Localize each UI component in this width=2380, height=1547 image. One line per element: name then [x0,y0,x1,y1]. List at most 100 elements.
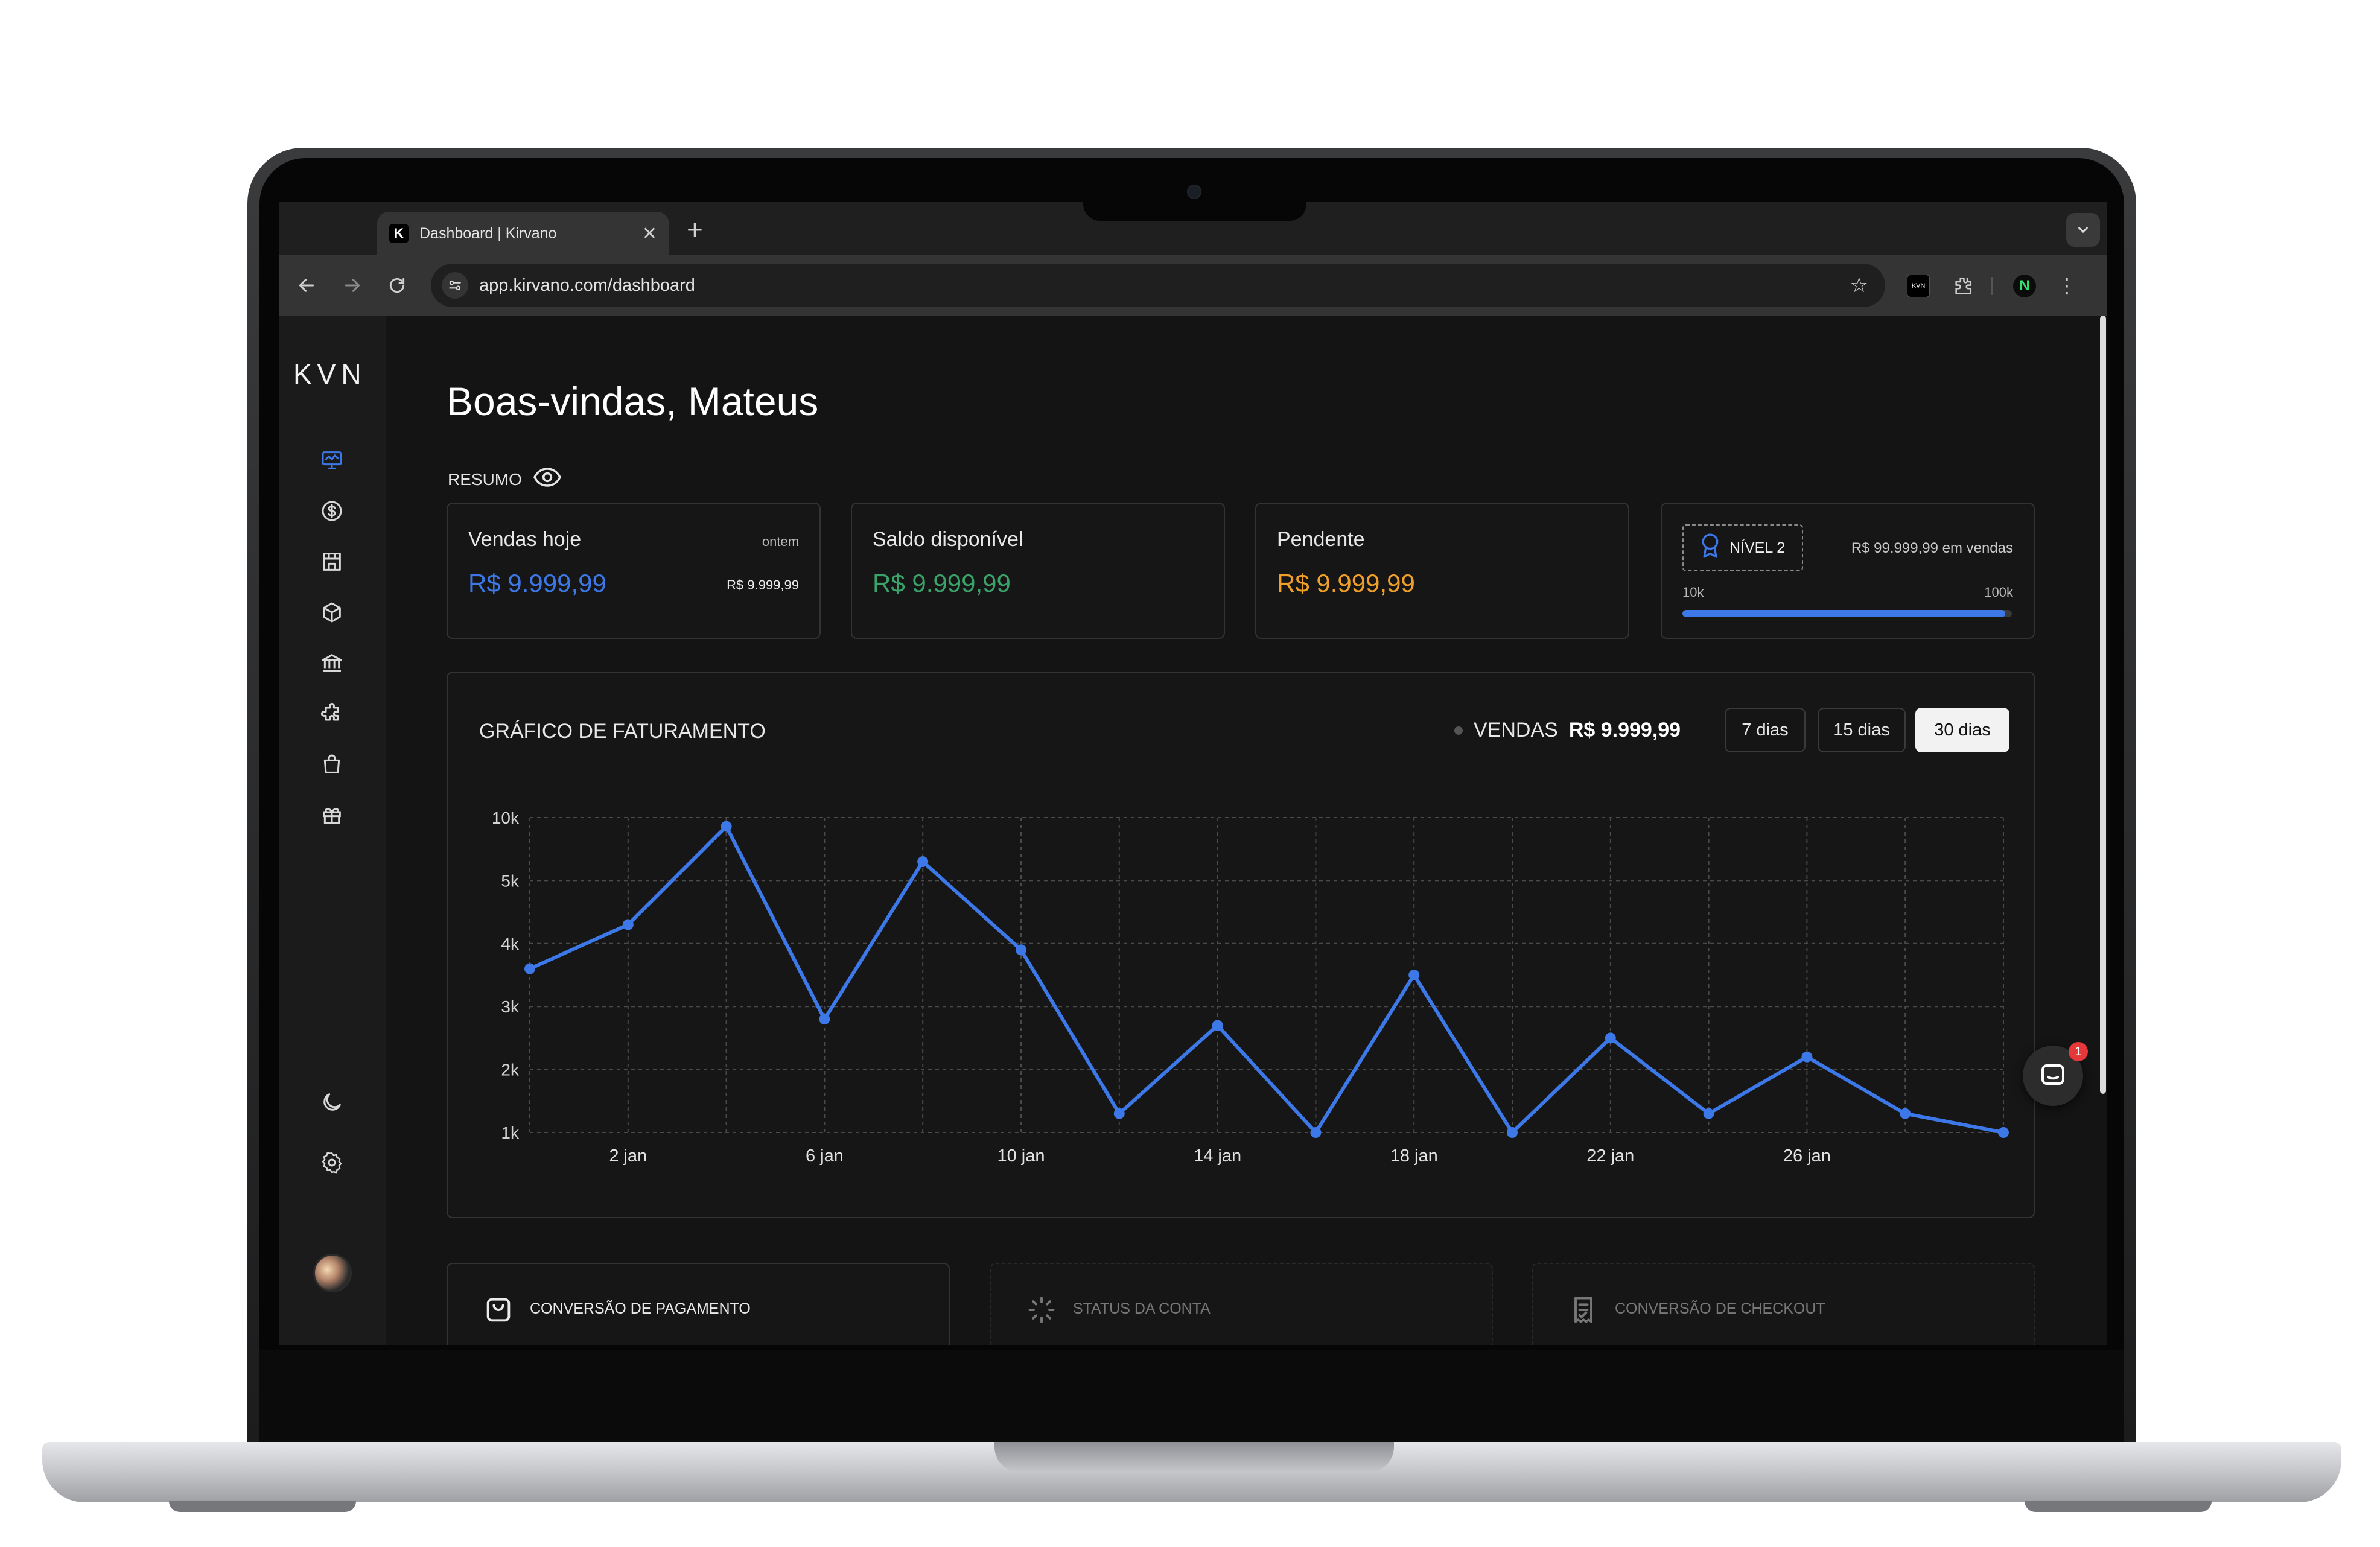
level-progress-bar [1682,610,2012,617]
checkout-conversion-label: CONVERSÃO DE CHECKOUT [1615,1300,1825,1317]
tab-search-chevron-icon[interactable] [2066,213,2100,247]
page-scrollbar[interactable] [2100,316,2106,1094]
y-tick-label: 2k [501,1061,520,1079]
summary-label: RESUMO [448,469,522,489]
gear-icon[interactable] [317,1148,346,1177]
dollar-icon[interactable] [317,497,346,526]
browser-toolbar: app.kirvano.com/dashboard ☆ KVN N ⋮ [279,255,2107,316]
sales-data-point [1998,1127,2009,1138]
pending-card: Pendente R$ 9.999,99 [1255,503,1629,639]
bank-icon[interactable] [317,649,346,678]
store-icon[interactable] [317,547,346,576]
address-bar[interactable]: app.kirvano.com/dashboard ☆ [431,264,1885,307]
sales-data-point [1605,1032,1616,1044]
x-tick-label: 26 jan [1783,1146,1831,1166]
laptop-foot-left [169,1501,356,1512]
checkout-conversion-card[interactable]: CONVERSÃO DE CHECKOUT [1532,1263,2035,1345]
pending-value: R$ 9.999,99 [1277,569,1415,597]
legend-label: VENDAS [1474,719,1558,742]
reload-icon[interactable] [383,271,412,300]
x-tick-label: 2 jan [609,1146,647,1166]
revenue-line-chart: 10k 5k 4k 3k 2k 1k 2 jan 6 jan 10 jan 14 jan 18 ja… [492,808,2009,1166]
range-15-days-button[interactable]: 15 dias [1818,708,1906,752]
account-status-card[interactable]: STATUS DA CONTA [990,1263,1493,1345]
shopping-bag-icon [483,1294,514,1329]
sales-data-point [819,1014,830,1025]
laptop-foot-right [2025,1501,2212,1512]
summary-header: RESUMO [448,466,562,492]
sales-data-point [1212,1020,1223,1031]
payment-conversion-card[interactable]: CONVERSÃO DE PAGAMENTO [447,1263,950,1345]
gift-icon[interactable] [317,801,346,830]
shopping-bag-icon[interactable] [317,750,346,779]
legend-dot-icon [1454,726,1463,735]
x-tick-label: 22 jan [1586,1146,1634,1166]
balance-value: R$ 9.999,99 [873,569,1011,597]
laptop-base-notch [994,1442,1394,1472]
account-status-label: STATUS DA CONTA [1073,1300,1211,1317]
chart-title: GRÁFICO DE FATURAMENTO [479,720,766,743]
x-tick-label: 18 jan [1390,1146,1438,1166]
bookmark-star-icon[interactable]: ☆ [1850,273,1868,297]
level-badge: NÍVEL 2 [1682,524,1803,571]
sales-data-point [1900,1108,1911,1119]
tab-title: Dashboard | Kirvano [419,224,557,242]
sales-data-point [1113,1108,1125,1119]
forward-arrow-icon[interactable] [338,271,367,300]
package-icon[interactable] [317,598,346,627]
url-text: app.kirvano.com/dashboard [479,275,695,295]
y-tick-label: 1k [501,1123,520,1142]
sales-data-point [1310,1127,1322,1138]
site-settings-icon[interactable] [442,272,468,299]
eye-icon[interactable] [533,466,562,492]
puzzle-icon[interactable] [317,699,346,728]
payment-conversion-label: CONVERSÃO DE PAGAMENTO [530,1300,751,1317]
monitor-chart-icon[interactable] [317,446,346,475]
sales-data-point [1408,970,1420,980]
sales-series-line [529,824,2004,1134]
sales-compare-value: R$ 9.999,99 [727,577,799,592]
chart-legend: VENDAS R$ 9.999,99 [1454,719,1681,742]
level-min-label: 10k [1682,585,1704,600]
y-tick-label: 10k [492,808,520,827]
y-tick-label: 3k [501,997,520,1016]
browser-tab[interactable]: K Dashboard | Kirvano ✕ [377,212,669,255]
range-7-days-button[interactable]: 7 dias [1725,708,1806,752]
legend-value: R$ 9.999,99 [1568,719,1681,742]
camera-icon [1187,185,1201,199]
receipt-icon [1568,1294,1599,1329]
y-tick-label: 4k [501,935,520,953]
page: K Dashboard | Kirvano ✕ + app.kirvano.co… [0,0,2380,1547]
x-tick-label: 10 jan [997,1146,1045,1166]
page-title: Boas-vindas, Mateus [447,379,819,424]
app: KVN Boas-vindas, Mateus RESUMO Vendas ho… [279,316,2107,1345]
spinner-icon [1026,1294,1057,1329]
sales-data-point [622,919,634,930]
profile-avatar-icon[interactable]: N [2013,275,2036,297]
revenue-chart-card: GRÁFICO DE FATURAMENTO VENDAS R$ 9.999,9… [447,672,2035,1218]
kvn-extension-icon[interactable]: KVN [1907,275,1930,297]
sidebar: KVN [279,316,386,1345]
kirvano-favicon-icon: K [389,224,409,243]
chat-notification-badge: 1 [2069,1042,2088,1061]
sales-data-point [721,821,732,832]
close-icon[interactable]: ✕ [642,223,657,244]
sales-today-value: R$ 9.999,99 [468,569,606,597]
sales-data-point [524,963,535,974]
new-tab-plus-icon[interactable]: + [687,213,703,246]
sales-data-point [1703,1108,1714,1119]
kvn-logo[interactable]: KVN [293,358,367,390]
sales-data-point [1016,944,1026,956]
range-30-days-button[interactable]: 30 dias [1915,708,2009,752]
back-arrow-icon[interactable] [292,271,321,300]
browser-menu-icon[interactable]: ⋮ [2055,275,2078,297]
moon-icon[interactable] [317,1088,346,1117]
sales-today-label: Vendas hoje [468,528,582,551]
level-progress-fill [1682,610,2006,617]
user-avatar[interactable] [313,1254,352,1292]
level-card: NÍVEL 2 R$ 99.999,99 em vendas 10k 100k [1661,503,2035,639]
sales-compare-label: ontem [762,534,799,549]
screen: K Dashboard | Kirvano ✕ + app.kirvano.co… [279,202,2107,1345]
x-tick-label: 6 jan [806,1146,844,1166]
extensions-puzzle-icon[interactable] [1952,275,1974,297]
